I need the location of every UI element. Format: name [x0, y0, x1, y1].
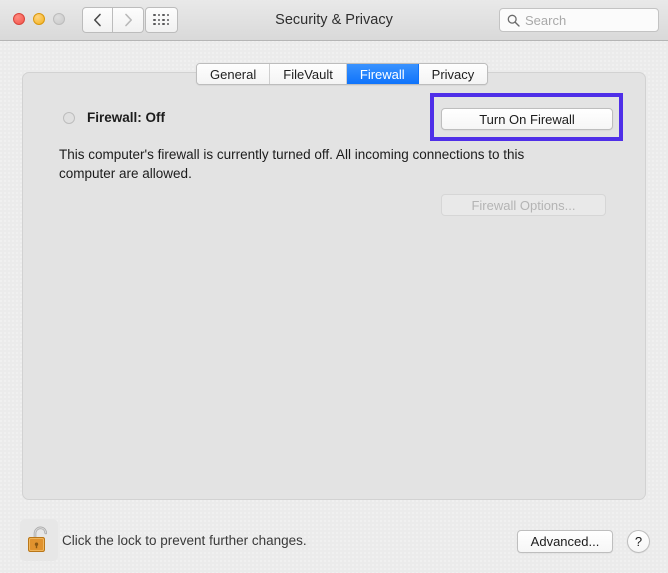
tab-firewall[interactable]: Firewall: [346, 64, 419, 84]
traffic-light-group: [13, 13, 65, 25]
show-all-grid-icon: [153, 13, 170, 26]
search-icon: [507, 14, 520, 27]
security-privacy-window: Security & Privacy General FileVault Fir…: [0, 0, 668, 573]
search-field[interactable]: [499, 8, 659, 32]
navigation-buttons: [82, 7, 144, 33]
forward-button: [113, 7, 144, 33]
window-titlebar: Security & Privacy: [0, 0, 668, 41]
chevron-left-icon: [93, 13, 101, 27]
preference-tabs: General FileVault Firewall Privacy: [196, 63, 489, 85]
chevron-right-icon: [124, 13, 132, 27]
lock-caption: Click the lock to prevent further change…: [62, 533, 307, 548]
highlight-annotation: [430, 93, 623, 141]
minimize-button[interactable]: [33, 13, 45, 25]
tab-general[interactable]: General: [197, 64, 271, 84]
firewall-status-indicator: [63, 111, 75, 124]
search-input[interactable]: [525, 12, 645, 28]
firewall-status-label: Firewall: Off: [87, 110, 166, 125]
help-button[interactable]: ?: [627, 530, 650, 553]
tab-filevault[interactable]: FileVault: [270, 64, 347, 84]
close-button[interactable]: [13, 13, 25, 25]
firewall-options-button: Firewall Options...: [441, 194, 606, 216]
lock-button[interactable]: [20, 519, 58, 561]
advanced-button[interactable]: Advanced...: [517, 530, 613, 553]
firewall-status-row: Firewall: Off: [63, 110, 165, 125]
zoom-button: [53, 13, 65, 25]
unlocked-padlock-icon: [28, 526, 47, 552]
show-all-button[interactable]: [145, 7, 178, 33]
back-button[interactable]: [82, 7, 113, 33]
tab-privacy[interactable]: Privacy: [418, 64, 488, 84]
firewall-description: This computer's firewall is currently tu…: [59, 147, 525, 181]
